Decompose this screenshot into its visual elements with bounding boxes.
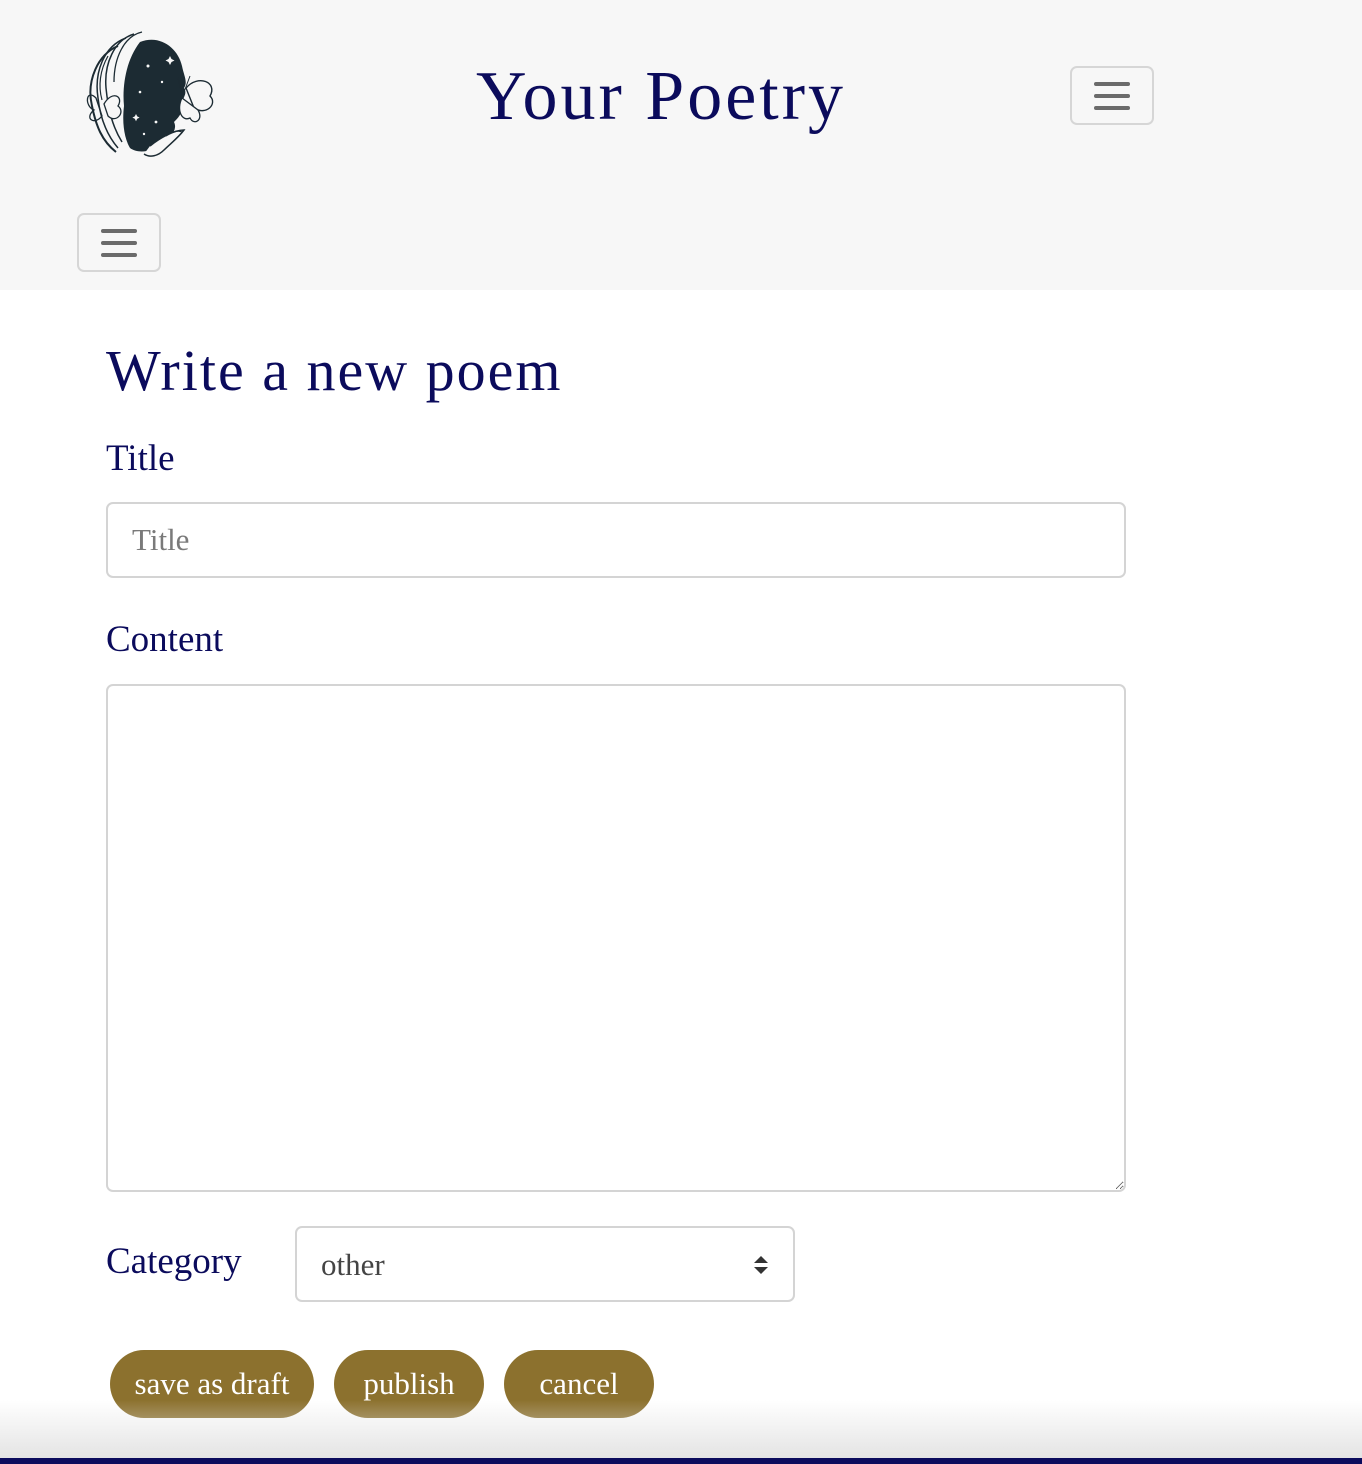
- title-input[interactable]: [106, 502, 1126, 578]
- select-arrows-icon: [753, 1254, 769, 1281]
- hamburger-menu-icon: [101, 228, 137, 257]
- menu-toggle-button[interactable]: [1070, 66, 1154, 125]
- cancel-button[interactable]: cancel: [504, 1350, 654, 1418]
- category-select[interactable]: other: [295, 1226, 795, 1302]
- category-selected-value: other: [321, 1247, 385, 1282]
- footer-bar: [0, 1458, 1362, 1464]
- save-draft-button[interactable]: save as draft: [110, 1350, 314, 1418]
- content-textarea[interactable]: [106, 684, 1126, 1192]
- publish-button[interactable]: publish: [334, 1350, 484, 1418]
- content-label: Content: [106, 619, 224, 660]
- title-label: Title: [106, 438, 175, 479]
- page-title: Write a new poem: [106, 338, 563, 403]
- nav-toggle-button[interactable]: [77, 213, 161, 272]
- hamburger-menu-icon: [1094, 81, 1130, 110]
- site-header: Your Poetry: [0, 0, 1362, 290]
- category-label: Category: [106, 1241, 242, 1282]
